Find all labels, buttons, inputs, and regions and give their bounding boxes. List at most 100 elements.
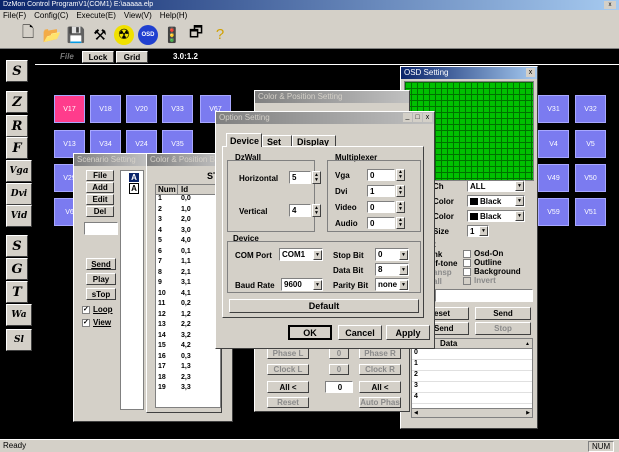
table-row[interactable]: 5 4,0 <box>156 237 220 248</box>
play-button[interactable]: Play <box>86 273 116 285</box>
side-button-0[interactable]: S <box>6 60 28 82</box>
menu-item[interactable]: Help(H) <box>160 11 188 20</box>
clock-l-button[interactable]: Clock L <box>267 364 309 375</box>
save-icon[interactable]: 💾 <box>66 25 86 45</box>
traffic-light-icon[interactable]: 🚦 <box>162 25 182 45</box>
chevron-down-icon[interactable]: ▼ <box>399 249 408 260</box>
osd-on-checkbox[interactable]: Osd-On <box>463 249 503 258</box>
spin-down-icon[interactable]: ▼ <box>398 191 403 196</box>
spin-down-icon[interactable]: ▼ <box>398 207 403 212</box>
list-item[interactable]: 1 <box>412 360 532 371</box>
osd-ch-select[interactable]: ALL ▼ <box>467 180 525 192</box>
background-checkbox[interactable]: Background <box>463 267 521 276</box>
chevron-down-icon[interactable]: ▼ <box>479 226 488 236</box>
menu-item[interactable]: Config(C) <box>34 11 68 20</box>
parity-bit-select[interactable]: none ▼ <box>375 278 409 291</box>
spin-down-icon[interactable]: ▼ <box>314 210 319 216</box>
radiation-icon[interactable]: ☢ <box>114 24 134 45</box>
osd-color1-select[interactable]: Black ▼ <box>467 195 525 207</box>
osd-size-select[interactable]: 1 ▼ <box>467 225 489 237</box>
table-row[interactable]: 2 1,0 <box>156 206 220 217</box>
scenario-del-button[interactable]: Del <box>86 206 114 217</box>
position-table[interactable]: Num Id 1 0,0 2 1,0 3 2,0 4 3,0 5 4,0 6 0,1 7 1,1 8 2,1 9… <box>155 184 221 408</box>
mux-spinner[interactable]: ▲ ▼ <box>396 169 405 181</box>
table-row[interactable]: 16 0,3 <box>156 353 220 364</box>
side-button-7[interactable]: S <box>6 235 28 257</box>
side-button-3[interactable]: F <box>6 137 28 159</box>
scenario-list-item[interactable]: A <box>129 183 139 194</box>
menu-item[interactable]: Execute(E) <box>76 11 116 20</box>
spin-down-icon[interactable]: ▼ <box>314 177 319 183</box>
tile-v59[interactable]: V59 <box>538 198 569 226</box>
list-item[interactable]: 2 <box>412 371 532 382</box>
tile-v50[interactable]: V50 <box>575 164 606 192</box>
mux-spinner[interactable]: ▲ ▼ <box>396 217 405 229</box>
ok-button[interactable]: OK <box>288 325 332 340</box>
horizontal-spinner[interactable]: ▲ ▼ <box>312 171 321 184</box>
chevron-down-icon[interactable]: ▼ <box>313 249 322 260</box>
send-button[interactable]: Send <box>86 258 116 270</box>
tile-v31[interactable]: V31 <box>538 95 569 123</box>
osd-send2-button[interactable]: Send <box>429 322 469 335</box>
open-icon[interactable]: 📂 <box>42 25 62 45</box>
table-row[interactable]: 14 3,2 <box>156 332 220 343</box>
osd-stop-button[interactable]: Stop <box>475 322 531 335</box>
side-button-2[interactable]: R <box>6 115 28 137</box>
tile-v33[interactable]: V33 <box>162 95 193 123</box>
phase-l-button[interactable]: Phase L <box>267 348 309 359</box>
reset-button[interactable]: Reset <box>267 397 309 408</box>
chevron-down-icon[interactable]: ▼ <box>515 211 524 221</box>
cancel-button[interactable]: Cancel <box>338 325 382 340</box>
tile-v5[interactable]: V5 <box>575 130 606 158</box>
invert-checkbox[interactable]: Invert <box>463 276 496 285</box>
table-row[interactable]: 12 1,2 <box>156 311 220 322</box>
tile-v18[interactable]: V18 <box>90 95 121 123</box>
horizontal-input[interactable]: 5 <box>289 171 311 184</box>
scenario-list-item[interactable]: A <box>129 173 139 182</box>
scenario-edit-button[interactable]: Edit <box>86 194 114 205</box>
mux-input[interactable]: 0 <box>367 169 395 181</box>
mux-input[interactable]: 1 <box>367 185 395 197</box>
side-button-9[interactable]: T <box>6 281 28 303</box>
vertical-spinner[interactable]: ▲ ▼ <box>312 204 321 217</box>
tab-device[interactable]: Device <box>226 133 262 147</box>
com-port-select[interactable]: COM1 ▼ <box>279 248 323 261</box>
side-button-6[interactable]: Vid <box>6 205 32 227</box>
side-button-8[interactable]: G <box>6 258 28 280</box>
table-row[interactable]: 19 3,3 <box>156 384 220 395</box>
all-left-button[interactable]: All < <box>267 381 309 393</box>
help-icon[interactable]: ? <box>210 25 230 45</box>
list-item[interactable]: 4 <box>412 393 532 404</box>
tile-v17[interactable]: V17 <box>54 95 85 123</box>
table-row[interactable]: 9 3,1 <box>156 279 220 290</box>
minimize-icon[interactable]: _ <box>403 113 412 122</box>
side-button-11[interactable]: Sl <box>6 329 32 351</box>
phase-r-button[interactable]: Phase R <box>359 348 401 359</box>
list-item[interactable]: 3 <box>412 382 532 393</box>
tile-v32[interactable]: V32 <box>575 95 606 123</box>
table-row[interactable]: 3 2,0 <box>156 216 220 227</box>
chevron-down-icon[interactable]: ▼ <box>399 279 408 290</box>
view-checkbox[interactable]: ✓ View <box>82 318 111 327</box>
table-row[interactable]: 4 3,0 <box>156 227 220 238</box>
mux-spinner[interactable]: ▲ ▼ <box>396 201 405 213</box>
apply-button[interactable]: Apply <box>386 325 430 340</box>
osd-data-list[interactable]: Data ▲ 01234 ◀ ▶ <box>411 338 533 418</box>
side-button-10[interactable]: Wa <box>6 304 32 326</box>
file-tab[interactable]: File <box>60 52 74 61</box>
scenario-add-button[interactable]: Add <box>86 182 114 193</box>
baud-rate-select[interactable]: 9600 ▼ <box>281 278 323 291</box>
tile-v4[interactable]: V4 <box>538 130 569 158</box>
close-icon[interactable]: x <box>423 113 432 122</box>
menu-item[interactable]: View(V) <box>124 11 152 20</box>
tile-v49[interactable]: V49 <box>538 164 569 192</box>
clock-r-button[interactable]: Clock R <box>359 364 401 375</box>
table-row[interactable]: 13 2,2 <box>156 321 220 332</box>
all-value-input[interactable]: 0 <box>325 381 353 393</box>
osd-send-button[interactable]: Send <box>475 307 531 320</box>
table-row[interactable]: 10 4,1 <box>156 290 220 301</box>
default-button[interactable]: Default <box>229 299 419 313</box>
scroll-right-icon[interactable]: ▶ <box>526 410 530 416</box>
mux-spinner[interactable]: ▲ ▼ <box>396 185 405 197</box>
table-row[interactable]: 6 0,1 <box>156 248 220 259</box>
